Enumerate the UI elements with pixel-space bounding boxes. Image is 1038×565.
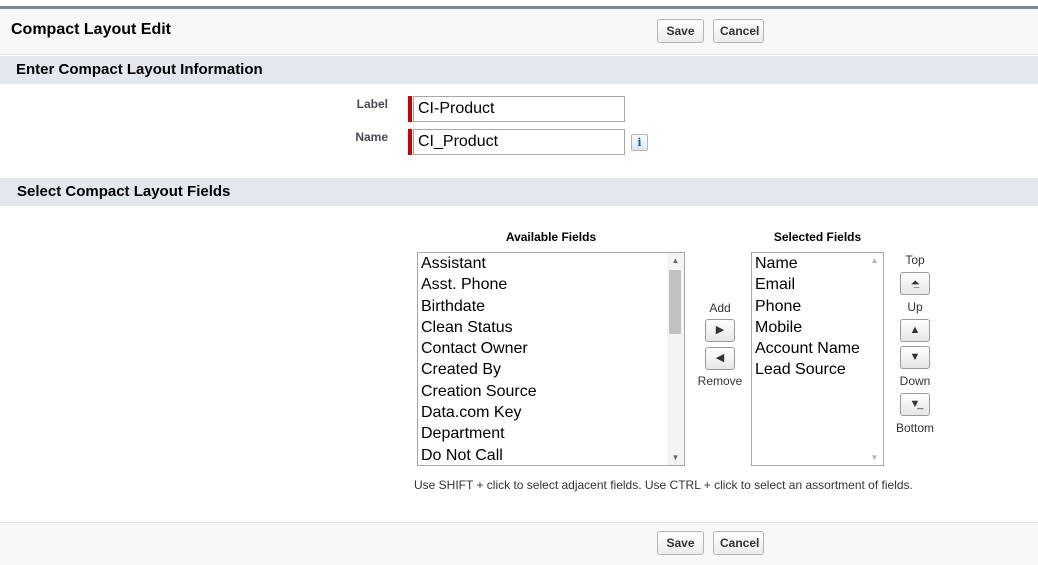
arrow-right-icon: ▶ bbox=[715, 324, 725, 336]
label-input[interactable] bbox=[413, 96, 625, 122]
move-down-button[interactable]: ▼ bbox=[900, 346, 930, 369]
available-fields-caption: Available Fields bbox=[505, 230, 597, 244]
arrow-up-icon: ▲ bbox=[909, 324, 921, 336]
list-item[interactable]: Data.com Key bbox=[418, 402, 684, 423]
list-item[interactable]: Birthdate bbox=[418, 296, 684, 317]
move-up-button[interactable]: ▲ bbox=[900, 319, 930, 342]
remove-button[interactable]: ◀ bbox=[705, 347, 735, 370]
move-top-button[interactable]: ⏶̲ bbox=[900, 272, 930, 295]
list-item[interactable]: Email bbox=[752, 274, 883, 295]
page-title: Compact Layout Edit bbox=[11, 21, 172, 38]
name-input[interactable] bbox=[413, 129, 625, 155]
move-top-icon: ⏶̲ bbox=[910, 277, 920, 289]
remove-label: Remove bbox=[697, 374, 743, 388]
page-footer bbox=[0, 522, 1038, 565]
list-item[interactable]: Account Name bbox=[752, 338, 883, 359]
move-bottom-icon: ▼̲ bbox=[909, 398, 921, 410]
selected-fields-items: Name Email Phone Mobile Account Name Lead Sou… bbox=[752, 253, 883, 381]
list-item[interactable]: Contact Owner bbox=[418, 338, 684, 359]
move-bottom-button[interactable]: ▼̲ bbox=[900, 393, 930, 416]
available-scrollbar[interactable]: ▲ ▼ bbox=[667, 253, 684, 465]
selection-hint: Use SHIFT + click to select adjacent fie… bbox=[414, 478, 913, 492]
list-item[interactable]: Creation Source bbox=[418, 381, 684, 402]
name-field-label: Name bbox=[355, 130, 388, 144]
scroll-down-arrow-icon[interactable]: ▼ bbox=[667, 453, 684, 462]
list-item[interactable]: Lead Source bbox=[752, 359, 883, 380]
add-button[interactable]: ▶ bbox=[705, 319, 735, 342]
top-label: Top bbox=[905, 253, 925, 267]
scroll-up-arrow-icon[interactable]: ▲ bbox=[866, 256, 883, 265]
add-label: Add bbox=[709, 301, 731, 315]
scroll-up-arrow-icon[interactable]: ▲ bbox=[667, 256, 684, 265]
up-label: Up bbox=[907, 300, 923, 314]
scroll-down-arrow-icon[interactable]: ▼ bbox=[866, 453, 883, 462]
fields-section-title: Select Compact Layout Fields bbox=[17, 183, 231, 200]
bottom-label: Bottom bbox=[895, 421, 934, 435]
selected-fields-caption: Selected Fields bbox=[773, 230, 862, 244]
list-item[interactable]: Phone bbox=[752, 296, 883, 317]
required-marker bbox=[408, 129, 412, 155]
selected-fields-list[interactable]: Name Email Phone Mobile Account Name Lead Sou… bbox=[751, 252, 884, 466]
selected-scrollbar[interactable]: ▲ ▼ bbox=[866, 253, 883, 465]
list-item[interactable]: Do Not Call bbox=[418, 445, 684, 465]
list-item[interactable]: Assistant bbox=[418, 253, 684, 274]
list-item[interactable]: Department bbox=[418, 423, 684, 444]
down-label: Down bbox=[899, 374, 931, 388]
footer-cancel-button[interactable]: Cancel bbox=[713, 531, 764, 555]
available-fields-list[interactable]: Assistant Asst. Phone Birthdate Clean Statu… bbox=[417, 252, 685, 466]
arrow-left-icon: ◀ bbox=[715, 352, 725, 364]
list-item[interactable]: Name bbox=[752, 253, 883, 274]
list-item[interactable]: Clean Status bbox=[418, 317, 684, 338]
list-item[interactable]: Asst. Phone bbox=[418, 274, 684, 295]
arrow-down-icon: ▼ bbox=[909, 351, 921, 363]
save-button[interactable]: Save bbox=[657, 19, 704, 43]
list-item[interactable]: Created By bbox=[418, 359, 684, 380]
list-item[interactable]: Mobile bbox=[752, 317, 883, 338]
cancel-button[interactable]: Cancel bbox=[713, 19, 764, 43]
label-field-label: Label bbox=[356, 97, 388, 111]
footer-save-button[interactable]: Save bbox=[657, 531, 704, 555]
available-fields-items: Assistant Asst. Phone Birthdate Clean Statu… bbox=[418, 253, 684, 465]
scroll-thumb[interactable] bbox=[669, 270, 681, 334]
required-marker bbox=[408, 96, 412, 122]
info-section-title: Enter Compact Layout Information bbox=[16, 61, 263, 78]
info-icon[interactable]: i bbox=[631, 134, 648, 151]
